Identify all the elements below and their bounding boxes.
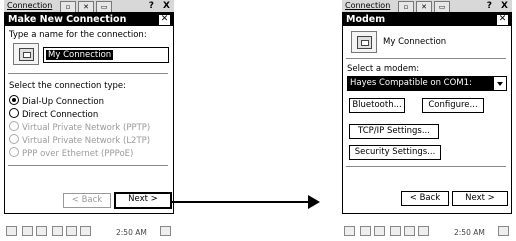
network-icon[interactable] [36,224,47,241]
start-icon[interactable] [344,224,355,241]
name-prompt-label: Type a name for the connection: [9,30,147,40]
flow-arrow-line [172,201,310,203]
next-button[interactable]: Next > [452,191,508,206]
make-new-connection-dialog: Make New Connection ✕ Type a name for th… [4,12,174,214]
radio-label: Direct Connection [22,110,99,120]
taskbar-tray-icon[interactable] [404,224,415,241]
modem-select-value: Hayes Compatible on COM1: [350,78,472,88]
radio-button[interactable] [9,95,19,105]
radio-button [9,147,19,157]
back-button[interactable]: < Back [401,191,449,206]
taskbar-tray-icon[interactable] [52,224,63,241]
taskbar: 2:50 AM [4,224,174,241]
network-icon[interactable] [374,224,385,241]
desktop-icon[interactable] [498,224,509,241]
bluetooth-button[interactable]: Bluetooth... [349,98,405,113]
left-screen: Connection ▫ ✕ ▭ ? X Make New Connection… [4,0,174,241]
radio-button[interactable] [9,108,19,118]
taskbar-tray-icon[interactable] [418,224,429,241]
help-button[interactable]: ? [487,1,492,11]
background-close-button[interactable]: X [163,1,170,11]
connection-name-label: My Connection [383,37,447,47]
modem-select[interactable]: Hayes Compatible on COM1: [347,76,507,91]
type-prompt-label: Select the connection type: [9,81,126,91]
divider [346,166,506,168]
clock[interactable]: 2:50 AM [454,224,485,241]
dialog-titlebar: Make New Connection ✕ [5,13,173,26]
security-settings-button[interactable]: Security Settings... [349,145,441,160]
right-screen: Connection ▫ ✕ ▭ ? X Modem ✕ My Connecti… [342,0,512,241]
modem-prompt-label: Select a modem: [347,64,420,74]
dialog-titlebar: Modem ✕ [343,13,511,26]
network-connection-icon [13,43,39,65]
tcpip-settings-button[interactable]: TCP/IP Settings... [349,124,439,139]
radio-button [9,134,19,144]
background-close-button[interactable]: X [501,1,508,11]
taskbar: 2:50 AM [342,224,512,241]
radio-vpn-l2tp: Virtual Private Network (L2TP) [9,134,150,146]
dialog-close-button[interactable]: ✕ [496,14,509,26]
dialog-close-button[interactable]: ✕ [158,14,171,26]
background-window-title: Connection [7,1,53,10]
dialog-title: Make New Connection [8,14,127,25]
radio-direct[interactable]: Direct Connection [9,108,98,120]
desktop-icon[interactable] [160,224,171,241]
flow-arrow-head [308,195,320,209]
radio-label: PPP over Ethernet (PPPoE) [22,149,134,159]
radio-label: Dial-Up Connection [22,97,104,107]
connection-status-icon[interactable] [22,224,33,241]
network-connection-icon [351,31,377,53]
radio-label: Virtual Private Network (PPTP) [22,123,151,133]
configure-button[interactable]: Configure... [422,98,484,113]
connection-status-icon[interactable] [360,224,371,241]
start-icon[interactable] [6,224,17,241]
chevron-down-icon[interactable] [493,77,506,90]
divider [346,58,506,60]
help-button[interactable]: ? [149,1,154,11]
clock[interactable]: 2:50 AM [116,224,147,241]
connection-name-text: My Connection [46,50,114,60]
radio-vpn-pptp: Virtual Private Network (PPTP) [9,121,150,133]
taskbar-tray-icon[interactable] [80,224,91,241]
dialog-title: Modem [346,14,386,25]
radio-button [9,121,19,131]
taskbar-tray-icon[interactable] [66,224,77,241]
radio-label: Virtual Private Network (L2TP) [22,136,151,146]
background-window-title: Connection [345,1,391,10]
taskbar-tray-icon[interactable] [390,224,401,241]
modem-dialog: Modem ✕ My Connection Select a modem: Ha… [342,12,512,214]
connection-name-input[interactable]: My Connection [43,47,169,63]
divider [8,73,168,75]
radio-pppoe: PPP over Ethernet (PPPoE) [9,147,133,159]
divider [8,165,168,167]
back-button: < Back [63,193,111,208]
radio-dialup[interactable]: Dial-Up Connection [9,95,104,107]
next-button[interactable]: Next > [114,192,172,209]
